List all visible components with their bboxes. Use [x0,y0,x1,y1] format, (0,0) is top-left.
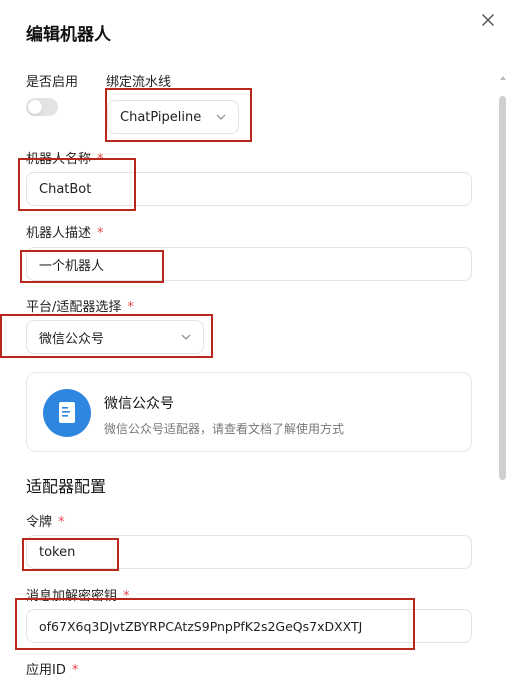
bot-desc-input[interactable]: 一个机器人 [26,247,472,281]
token-label: 令牌 * [26,515,65,530]
bot-name-input[interactable]: ChatBot [26,172,472,206]
scrollbar-thumb[interactable] [499,96,506,480]
enable-toggle[interactable] [26,98,58,116]
pipeline-select-value: ChatPipeline [120,109,202,125]
bot-name-label: 机器人名称 * [26,152,104,167]
adapter-card-title: 微信公众号 [104,396,174,412]
toggle-knob [28,100,42,114]
enable-label: 是否启用 [26,75,79,90]
token-input[interactable]: token [26,535,472,569]
close-icon[interactable] [480,12,496,28]
bot-desc-label: 机器人描述 * [26,226,104,241]
document-icon [43,389,91,437]
adapter-info-card: 微信公众号 微信公众号适配器，请查看文档了解使用方式 [26,372,472,452]
encoding-key-value: of67X6q3DJvtZBYRPCAtzS9PnpPfK2s2GeQs7xDX… [39,618,363,634]
encoding-key-label: 消息加解密密钥 * [26,589,130,604]
platform-select-value: 微信公众号 [39,331,105,347]
encoding-key-input[interactable]: of67X6q3DJvtZBYRPCAtzS9PnpPfK2s2GeQs7xDX… [26,609,472,643]
scroll-up-arrow-icon[interactable] [498,73,508,83]
pipeline-select[interactable]: ChatPipeline [107,100,239,134]
adapter-card-description: 微信公众号适配器，请查看文档了解使用方式 [104,422,345,436]
dialog-title: 编辑机器人 [26,25,111,45]
bot-name-value: ChatBot [39,181,92,197]
pipeline-label: 绑定流水线 [106,75,172,90]
platform-label: 平台/适配器选择 * [26,300,134,315]
bot-desc-value: 一个机器人 [39,258,105,274]
chevron-down-icon [216,114,226,120]
token-value: token [39,544,76,560]
platform-select[interactable]: 微信公众号 [26,320,204,354]
app-id-label: 应用ID * [26,663,79,678]
chevron-down-icon [181,334,191,340]
adapter-config-heading: 适配器配置 [26,477,107,496]
